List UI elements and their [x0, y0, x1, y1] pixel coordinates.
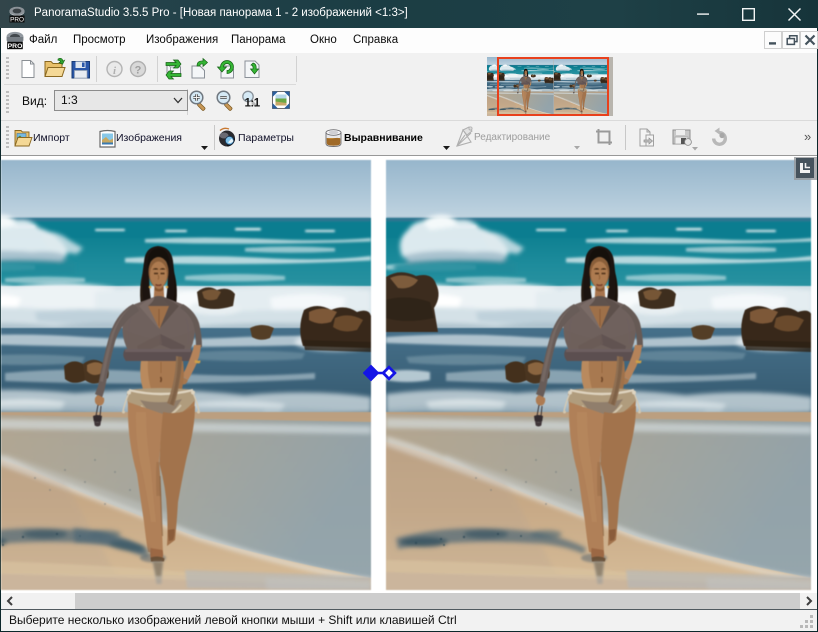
svg-text:PRO: PRO [8, 43, 23, 50]
svg-text:?: ? [135, 65, 142, 77]
svg-text:PRO: PRO [10, 17, 24, 23]
svg-text:1:1: 1:1 [245, 98, 261, 110]
